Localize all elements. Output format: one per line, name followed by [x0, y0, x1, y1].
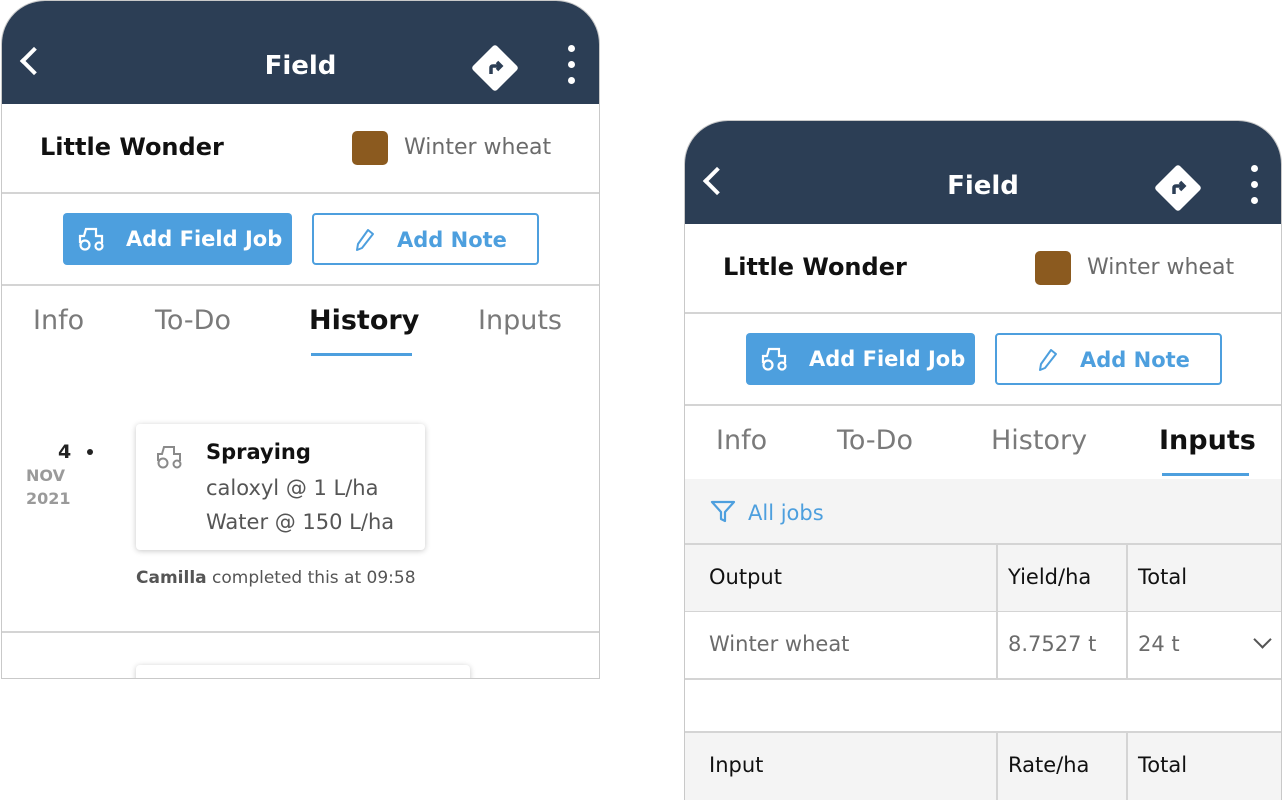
job-product-line: Water @ 150 L/ha	[206, 510, 395, 534]
crop-color-swatch	[352, 131, 388, 165]
crop-color-swatch	[1035, 251, 1071, 285]
kebab-menu-icon[interactable]	[1248, 165, 1260, 211]
divider	[2, 284, 599, 286]
history-job-card[interactable]	[136, 665, 470, 678]
tractor-icon	[78, 227, 104, 251]
kebab-menu-icon[interactable]	[565, 45, 577, 91]
filter-icon	[710, 500, 736, 523]
divider	[685, 404, 1281, 406]
column-header-total: Total	[1138, 753, 1188, 777]
pencil-icon	[1039, 349, 1057, 371]
add-field-job-button[interactable]: Add Field Job	[746, 333, 975, 385]
completed-text: completed this at 09:58	[212, 568, 416, 588]
timeline-dot	[87, 449, 93, 455]
table-row[interactable]: Winter wheat 8.7527 t 24 t	[685, 612, 1281, 678]
pencil-icon	[356, 229, 374, 251]
job-title: Spraying	[206, 440, 311, 464]
crop-name: Winter wheat	[404, 135, 552, 160]
output-table-header: Output Yield/ha Total	[685, 545, 1281, 611]
history-job-card[interactable]: Spraying caloxyl @ 1 L/ha Water @ 150 L/…	[136, 424, 425, 550]
tab-to-do[interactable]: To-Do	[155, 305, 231, 336]
active-tab-indicator	[311, 353, 412, 356]
column-header-rate: Rate/ha	[1008, 753, 1090, 777]
column-header-total: Total	[1138, 565, 1188, 589]
tab-history[interactable]: History	[309, 305, 419, 336]
phone-screen-inputs: Field Little Wonder Winter wheat Add Fie…	[684, 120, 1282, 800]
history-month: NOV	[26, 466, 65, 485]
output-yield: 8.7527 t	[1008, 632, 1097, 656]
divider	[2, 192, 599, 194]
column-divider	[1126, 545, 1128, 678]
add-field-job-label: Add Field Job	[126, 227, 283, 251]
history-year: 2021	[26, 489, 71, 508]
add-field-job-label: Add Field Job	[809, 347, 966, 371]
add-field-job-button[interactable]: Add Field Job	[63, 213, 292, 265]
field-name: Little Wonder	[40, 133, 224, 161]
tab-to-do[interactable]: To-Do	[837, 425, 913, 456]
tab-inputs[interactable]: Inputs	[478, 305, 562, 336]
filter-label: All jobs	[748, 501, 824, 525]
directions-arrow-icon	[1172, 180, 1187, 194]
divider	[2, 631, 599, 633]
column-divider	[996, 733, 998, 800]
add-note-button[interactable]: Add Note	[995, 333, 1222, 385]
tractor-icon	[761, 347, 787, 371]
app-header: Field	[685, 121, 1281, 224]
app-header: Field	[2, 1, 599, 104]
column-header-output: Output	[709, 565, 782, 589]
directions-arrow-icon	[489, 60, 504, 74]
history-day: 4	[58, 441, 72, 463]
tractor-icon	[157, 446, 182, 469]
output-name: Winter wheat	[709, 632, 850, 656]
divider	[685, 312, 1281, 314]
active-tab-indicator	[1162, 473, 1249, 476]
tab-info[interactable]: Info	[716, 425, 767, 456]
column-divider	[1126, 733, 1128, 800]
completed-by: Camilla	[136, 568, 207, 588]
column-header-yield: Yield/ha	[1008, 565, 1092, 589]
add-note-label: Add Note	[1080, 348, 1190, 372]
input-table-header: Input Rate/ha Total	[685, 733, 1281, 800]
tab-inputs[interactable]: Inputs	[1159, 425, 1256, 456]
phone-screen-history: Field Little Wonder Winter wheat Add Fie…	[1, 0, 600, 679]
divider	[685, 678, 1281, 680]
filter-bar[interactable]: All jobs	[685, 479, 1281, 544]
tab-history[interactable]: History	[991, 425, 1087, 456]
chevron-down-icon[interactable]	[1253, 630, 1272, 649]
add-note-button[interactable]: Add Note	[312, 213, 539, 265]
column-divider	[996, 545, 998, 678]
output-total: 24 t	[1138, 632, 1180, 656]
completion-note: Camilla completed this at 09:58	[136, 568, 416, 588]
column-header-input: Input	[709, 753, 764, 777]
tab-info[interactable]: Info	[33, 305, 84, 336]
add-note-label: Add Note	[397, 228, 507, 252]
crop-name: Winter wheat	[1087, 255, 1235, 280]
field-name: Little Wonder	[723, 253, 907, 281]
job-product-line: caloxyl @ 1 L/ha	[206, 476, 379, 500]
